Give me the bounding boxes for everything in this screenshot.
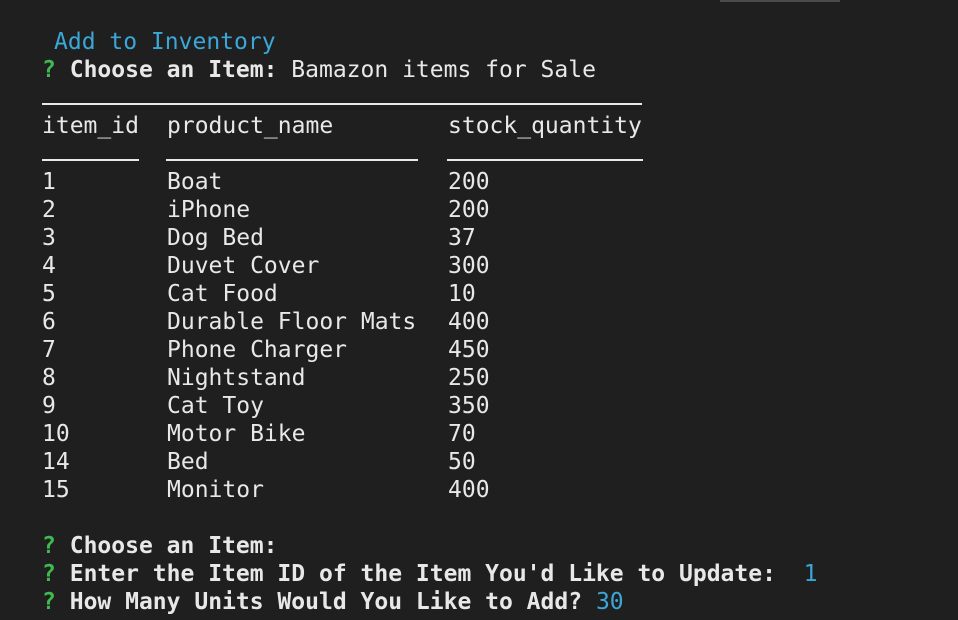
table-top-rule-row (42, 84, 818, 112)
cell-stock-quantity: 10 (448, 281, 476, 307)
prompt-line[interactable]: ? Enter the Item ID of the Item You'd Li… (42, 560, 818, 588)
prompt-label: Enter the Item ID of the Item You'd Like… (69, 561, 776, 587)
section-heading: Add to Inventory (54, 29, 276, 55)
table-row: 7 Phone Charger 450 (42, 336, 818, 364)
prompt-line[interactable]: ? How Many Units Would You Like to Add? … (42, 588, 818, 616)
table-row: 2 iPhone 200 (42, 196, 818, 224)
cell-item-id: 7 (42, 337, 56, 363)
cell-item-id: 6 (42, 309, 56, 335)
cell-stock-quantity: 350 (448, 393, 490, 419)
table-top-rule (42, 102, 642, 105)
prompt-label: How Many Units Would You Like to Add? (69, 589, 583, 615)
prompt-mark: ? (42, 589, 56, 615)
cell-item-id: 1 (42, 169, 56, 195)
terminal-output: Add to Inventory ? Choose an Item: Bamaz… (42, 28, 818, 616)
cell-item-id: 2 (42, 197, 56, 223)
units-answer[interactable]: 30 (596, 589, 624, 615)
table-row: 4 Duvet Cover 300 (42, 252, 818, 280)
cell-stock-quantity: 400 (448, 309, 490, 335)
cell-item-id: 8 (42, 365, 56, 391)
window-top-bar (720, 0, 840, 2)
table-row: 6 Durable Floor Mats 400 (42, 308, 818, 336)
cell-item-id: 4 (42, 253, 56, 279)
column-rule-item-id (42, 158, 139, 161)
prompt-line: ? Choose an Item: (42, 532, 818, 560)
cell-product-name: Cat Food (167, 281, 278, 307)
cell-product-name: Boat (167, 169, 223, 195)
cell-item-id: 9 (42, 393, 56, 419)
cell-item-id: 3 (42, 225, 56, 251)
cell-product-name: Duvet Cover (167, 253, 320, 279)
table-header-rule-row (42, 140, 818, 168)
table-row: 10 Motor Bike 70 (42, 420, 818, 448)
cell-item-id: 10 (42, 421, 70, 447)
cell-stock-quantity: 200 (448, 197, 490, 223)
inventory-table: 1 Boat 200 2 iPhone 200 3 Dog Bed 37 4 Duvet Co… (42, 168, 818, 504)
cell-product-name: Monitor (167, 477, 264, 503)
column-header-item-id: item_id (42, 113, 139, 139)
prompt-mark: ? (42, 57, 56, 83)
table-row: 1 Boat 200 (42, 168, 818, 196)
cell-product-name: Durable Floor Mats (167, 309, 417, 335)
cell-stock-quantity: 37 (448, 225, 476, 251)
item-id-answer[interactable]: 1 (804, 561, 818, 587)
column-rule-product-name (166, 158, 418, 161)
choose-item-value: Bamazon items for Sale (291, 57, 596, 83)
table-row: 8 Nightstand 250 (42, 364, 818, 392)
cell-product-name: Dog Bed (167, 225, 264, 251)
prompt-mark: ? (42, 533, 56, 559)
cell-product-name: iPhone (167, 197, 251, 223)
cell-product-name: Bed (167, 449, 209, 475)
cell-item-id: 14 (42, 449, 70, 475)
table-row: 5 Cat Food 10 (42, 280, 818, 308)
cell-product-name: Phone Charger (167, 337, 348, 363)
cell-stock-quantity: 300 (448, 253, 490, 279)
cell-stock-quantity: 200 (448, 169, 490, 195)
cell-item-id: 5 (42, 281, 56, 307)
column-header-stock-quantity: stock_quantity (448, 113, 642, 139)
cell-stock-quantity: 250 (448, 365, 490, 391)
cell-stock-quantity: 70 (448, 421, 476, 447)
column-header-product-name: product_name (167, 113, 334, 139)
table-row: 14 Bed 50 (42, 448, 818, 476)
prompt-label: Choose an Item: (69, 533, 278, 559)
cell-item-id: 15 (42, 477, 70, 503)
cell-stock-quantity: 450 (448, 337, 490, 363)
prompt-mark: ? (42, 561, 56, 587)
cell-product-name: Motor Bike (167, 421, 306, 447)
choose-item-label: Choose an Item: (69, 57, 278, 83)
column-rule-stock-quantity (447, 158, 643, 161)
cell-product-name: Cat Toy (167, 393, 264, 419)
table-row: 3 Dog Bed 37 (42, 224, 818, 252)
table-header-row: item_id product_name stock_quantity (42, 112, 818, 140)
table-row: 15 Monitor 400 (42, 476, 818, 504)
cell-product-name: Nightstand (167, 365, 306, 391)
choose-item-line: ? Choose an Item: Bamazon items for Sale (42, 56, 818, 84)
table-row: 9 Cat Toy 350 (42, 392, 818, 420)
cell-stock-quantity: 400 (448, 477, 490, 503)
cell-stock-quantity: 50 (448, 449, 476, 475)
